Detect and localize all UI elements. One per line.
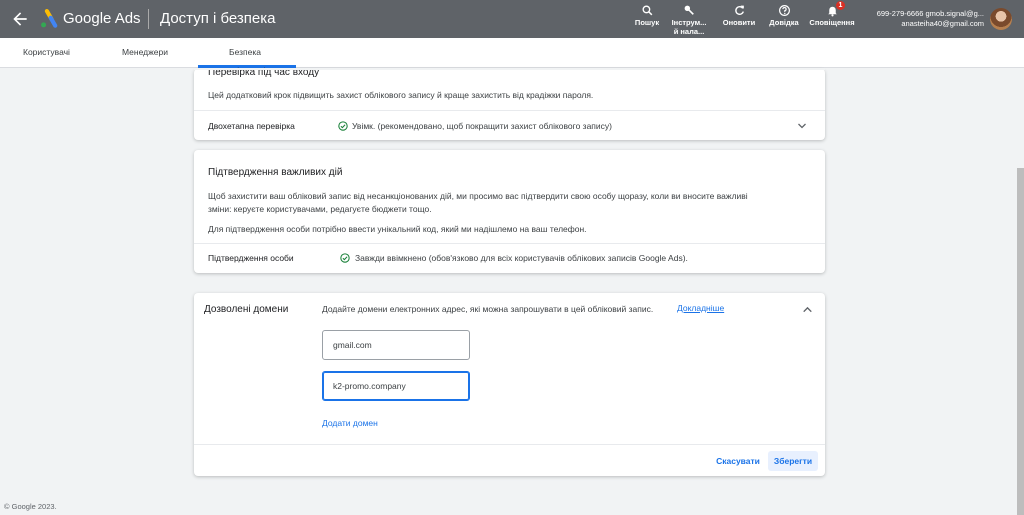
back-arrow-icon[interactable] (10, 9, 30, 29)
allowed-domains-description: Додайте домени електронних адрес, які мо… (322, 304, 654, 314)
wrench-icon (684, 5, 694, 15)
tab-users[interactable]: Користувачі (23, 47, 70, 57)
refresh-icon (734, 5, 744, 15)
search-icon (641, 5, 652, 16)
account-info[interactable]: 699-279-6666 gmob.signal@g... anasteiha4… (877, 9, 984, 29)
search-tool-button[interactable]: Пошук (633, 4, 661, 27)
important-actions-description-1: Щоб захистити ваш обліковий запис від не… (208, 191, 748, 201)
save-button[interactable]: Зберегти (768, 451, 818, 471)
allowed-domains-title: Дозволені домени (204, 304, 289, 315)
important-actions-description-2: зміни: керуєте користувачами, редагуєте … (208, 204, 432, 214)
help-label: Довідка (769, 18, 799, 27)
login-check-description: Цей додатковий крок підвищить захист обл… (208, 90, 594, 100)
google-ads-logo-icon (41, 9, 58, 28)
notification-count-badge: 1 (836, 1, 845, 10)
refresh-button[interactable]: Оновити (719, 4, 759, 27)
two-step-status: Увімк. (рекомендовано, щоб покращити зах… (352, 121, 612, 131)
domain-input-2[interactable] (322, 371, 470, 401)
add-domain-link[interactable]: Додати домен (322, 418, 378, 428)
footer-copyright: © Google 2023. (4, 502, 57, 511)
tab-bar: Користувачі Менеджери Безпека (0, 38, 1024, 68)
page-title: Доступ і безпека (160, 10, 276, 27)
important-actions-card: Підтвердження важливих дій Щоб захистити… (194, 150, 825, 273)
header-divider (148, 9, 149, 29)
learn-more-link[interactable]: Докладніше (677, 303, 724, 313)
domain-input-1[interactable] (322, 330, 470, 360)
account-customer-id: 699-279-6666 gmob.signal@g... (876, 9, 984, 18)
notifications-label: Сповіщення (809, 18, 855, 27)
two-step-label: Двохетапна перевірка (208, 121, 295, 131)
help-icon (778, 5, 790, 16)
tab-managers[interactable]: Менеджери (122, 47, 168, 57)
important-actions-description-3: Для підтвердження особи потрібно ввести … (208, 224, 587, 234)
page-scrollbar[interactable] (1017, 168, 1024, 515)
divider (194, 243, 825, 244)
account-email: anasteiha40@gmail.com (901, 19, 984, 28)
tools-label-line1: Інструм... (671, 18, 707, 27)
scroll-clip (194, 68, 825, 70)
notifications-button[interactable]: Сповіщення (809, 4, 855, 27)
refresh-label: Оновити (722, 18, 756, 27)
tab-security[interactable]: Безпека (229, 47, 261, 57)
chevron-up-icon[interactable] (801, 303, 814, 316)
divider (194, 444, 825, 445)
avatar[interactable] (990, 8, 1012, 30)
identity-verification-label: Підтвердження особи (208, 253, 294, 263)
divider (194, 110, 825, 111)
search-tool-label: Пошук (634, 18, 660, 27)
cancel-button[interactable]: Скасувати (714, 453, 762, 469)
tools-label-line2: й нала... (673, 27, 705, 36)
tools-settings-button[interactable]: Інструм... й нала... (669, 4, 709, 36)
check-circle-icon (340, 253, 350, 263)
help-button[interactable]: Довідка (767, 4, 801, 27)
allowed-domains-card: Дозволені домени Додайте домени електрон… (194, 293, 825, 476)
top-app-bar: Google Ads Доступ і безпека Пошук Інстру… (0, 0, 1024, 38)
brand-name: Google Ads (63, 10, 141, 27)
check-circle-icon (338, 121, 348, 131)
identity-verification-status: Завжди ввімкнено (обов'язково для всіх к… (355, 253, 688, 263)
login-check-card: Перевірка під час входу Цей додатковий к… (194, 67, 825, 140)
chevron-down-icon[interactable] (796, 120, 808, 132)
important-actions-title: Підтвердження важливих дій (208, 167, 343, 178)
